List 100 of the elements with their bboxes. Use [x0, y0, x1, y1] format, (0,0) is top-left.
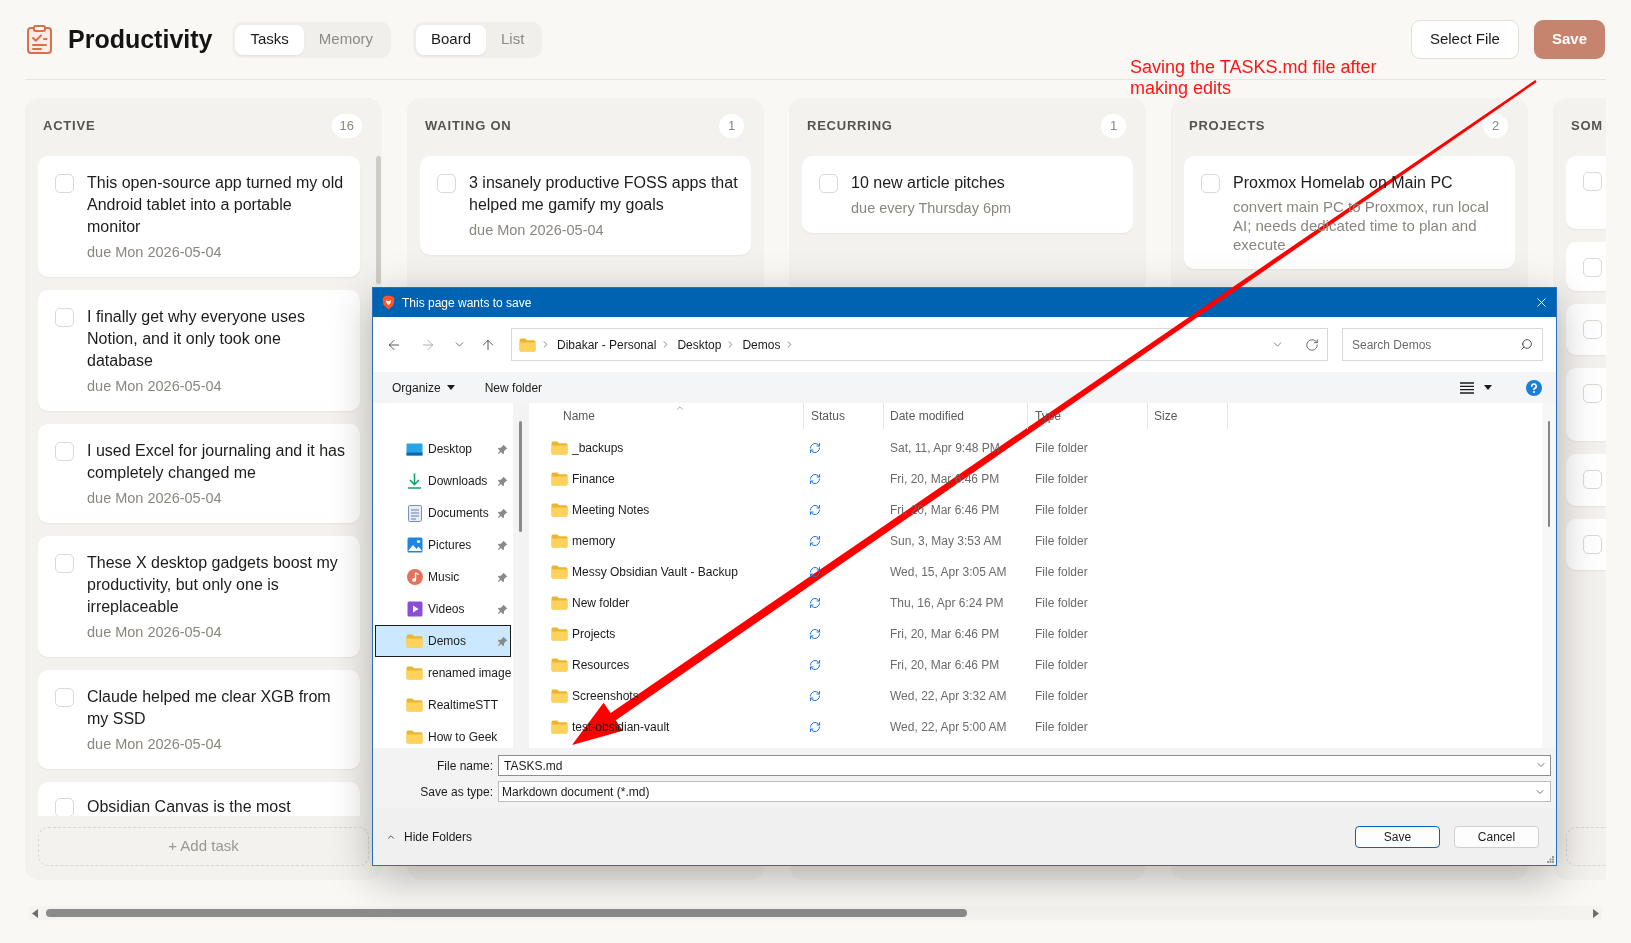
task-card[interactable]: I used Excel for journaling and it has completely changed me due Mon 2026-05-04: [38, 424, 360, 523]
checkbox[interactable]: [437, 174, 456, 193]
column-header[interactable]: Size: [1148, 403, 1228, 429]
column-title: PROJECTS: [1189, 117, 1266, 136]
nav-item[interactable]: renamed image: [375, 657, 511, 689]
checkbox[interactable]: [55, 554, 74, 573]
file-name[interactable]: New folder: [572, 593, 630, 612]
scrollbar-thumb[interactable]: [519, 421, 522, 532]
clipboard-icon: [27, 25, 52, 54]
file-name[interactable]: _backups: [572, 438, 624, 457]
file-name[interactable]: Resources: [572, 655, 630, 674]
checkbox[interactable]: [55, 798, 74, 816]
checkbox[interactable]: [1583, 384, 1602, 403]
task-title: Proxmox Homelab on Main PC: [1233, 173, 1454, 193]
sync-icon: [809, 565, 821, 578]
checkbox[interactable]: [819, 174, 838, 193]
breadcrumb[interactable]: Demos: [742, 335, 781, 354]
column-title: ACTIVE: [43, 117, 96, 136]
file-type: File folder: [1034, 532, 1089, 550]
task-card[interactable]: I finally get why everyone uses Notion, and it only took one database due Mon 2026-05-04: [38, 290, 360, 411]
file-name[interactable]: Messy Obsidian Vault - Backup: [572, 562, 738, 581]
task-card[interactable]: Obsidian Canvas is the most: [38, 782, 360, 816]
task-card[interactable]: This open-source app turned my old Android tablet into a portable monitor due Mon 2026-05-04: [38, 156, 360, 277]
file-name[interactable]: memory: [572, 531, 616, 550]
task-card[interactable]: [1566, 156, 1606, 229]
task-card[interactable]: [1566, 242, 1606, 291]
sort-caret-icon: [675, 403, 685, 413]
sync-icon: [809, 720, 821, 733]
count-badge: 1: [719, 114, 744, 138]
search-field[interactable]: Search Demos: [1342, 328, 1543, 361]
app-title: Productivity: [68, 23, 213, 55]
nav-item[interactable]: RealtimeSTT: [375, 689, 511, 721]
checkbox[interactable]: [55, 442, 74, 461]
save-button[interactable]: Save: [1355, 825, 1440, 848]
scrollbar-thumb[interactable]: [376, 156, 381, 284]
caret-left-icon[interactable]: [32, 908, 38, 918]
date-modified: Fri, 20, Mar 6:46 PM: [889, 625, 1001, 643]
select-file-button[interactable]: Select File: [1410, 20, 1519, 59]
task-card[interactable]: [1566, 304, 1606, 355]
file-name[interactable]: Finance: [572, 469, 615, 488]
sync-icon: [809, 472, 821, 485]
resize-grip-icon[interactable]: [1547, 856, 1554, 863]
caret-right-icon[interactable]: [1593, 908, 1599, 918]
nav-item[interactable]: Desktop: [375, 433, 511, 465]
field-label: File name:: [435, 757, 493, 775]
nav-item[interactable]: Music: [375, 561, 511, 593]
scrollbar-thumb[interactable]: [1548, 421, 1550, 527]
cancel-button[interactable]: Cancel: [1454, 825, 1539, 848]
column-header[interactable]: Status: [804, 403, 884, 429]
checkbox[interactable]: [1583, 258, 1602, 277]
task-card[interactable]: 10 new article pitches due every Thursday 6pm: [802, 156, 1133, 233]
breadcrumb[interactable]: Dibakar - Personal: [557, 335, 657, 354]
file-name[interactable]: Screenshots: [572, 686, 639, 705]
tab[interactable]: Tasks: [235, 24, 304, 55]
column-header[interactable]: Name: [529, 403, 804, 429]
toolbar-button[interactable]: New folder: [484, 378, 543, 397]
task-card[interactable]: [1566, 519, 1606, 570]
shield-icon: [382, 295, 395, 310]
help-icon[interactable]: [1526, 379, 1542, 396]
menu-button[interactable]: Organize: [392, 378, 455, 397]
checkbox[interactable]: [1583, 470, 1602, 489]
task-card[interactable]: These X desktop gadgets boost my productivity, but only one is irreplaceable due Mon 2026-05-04: [38, 536, 360, 657]
checkbox[interactable]: [1583, 535, 1602, 554]
checkbox[interactable]: [1583, 172, 1602, 191]
checkbox[interactable]: [1583, 320, 1602, 339]
count-badge: 1: [1101, 114, 1126, 138]
file-type: File folder: [1034, 687, 1089, 705]
file-type: File folder: [1034, 501, 1089, 519]
folder-icon: [551, 626, 568, 641]
download-icon: [407, 473, 422, 489]
file-name-field[interactable]: TASKS.md: [498, 755, 1551, 776]
checkbox[interactable]: [1201, 174, 1220, 193]
tab[interactable]: Board: [416, 24, 487, 55]
file-name[interactable]: Projects: [572, 624, 616, 643]
nav-item[interactable]: Downloads: [375, 465, 511, 497]
checkbox[interactable]: [55, 308, 74, 327]
nav-item[interactable]: Videos: [375, 593, 511, 625]
task-card[interactable]: [1566, 454, 1606, 506]
nav-item[interactable]: Pictures: [375, 529, 511, 561]
add-task-button[interactable]: [1566, 827, 1606, 866]
file-type-dropdown[interactable]: Markdown document (*.md): [498, 781, 1551, 802]
scrollbar-thumb[interactable]: [46, 909, 967, 917]
file-type: File folder: [1034, 625, 1089, 643]
task-card[interactable]: 3 insanely productive FOSS apps that helped me gamify my goals due Mon 2026-05-04: [420, 156, 751, 255]
checkbox[interactable]: [55, 688, 74, 707]
refresh-icon[interactable]: [1305, 337, 1319, 352]
breadcrumb[interactable]: Desktop: [677, 335, 722, 354]
view-button[interactable]: [1460, 381, 1492, 394]
nav-item[interactable]: Demos: [375, 625, 511, 657]
checkbox[interactable]: [55, 174, 74, 193]
file-name[interactable]: Meeting Notes: [572, 500, 650, 519]
nav-item[interactable]: How to Geek: [375, 721, 511, 748]
picture-icon: [406, 537, 423, 553]
task-card[interactable]: Claude helped me clear XGB from my SSD due Mon 2026-05-04: [38, 670, 360, 769]
hide-folders-button[interactable]: Hide Folders: [386, 827, 473, 846]
nav-item[interactable]: Documents: [375, 497, 511, 529]
task-card[interactable]: [1566, 368, 1606, 441]
folder-icon: [551, 595, 568, 610]
address-bar[interactable]: Dibakar - Personal Desktop Demos: [511, 328, 1328, 361]
folder-icon: [551, 657, 568, 672]
